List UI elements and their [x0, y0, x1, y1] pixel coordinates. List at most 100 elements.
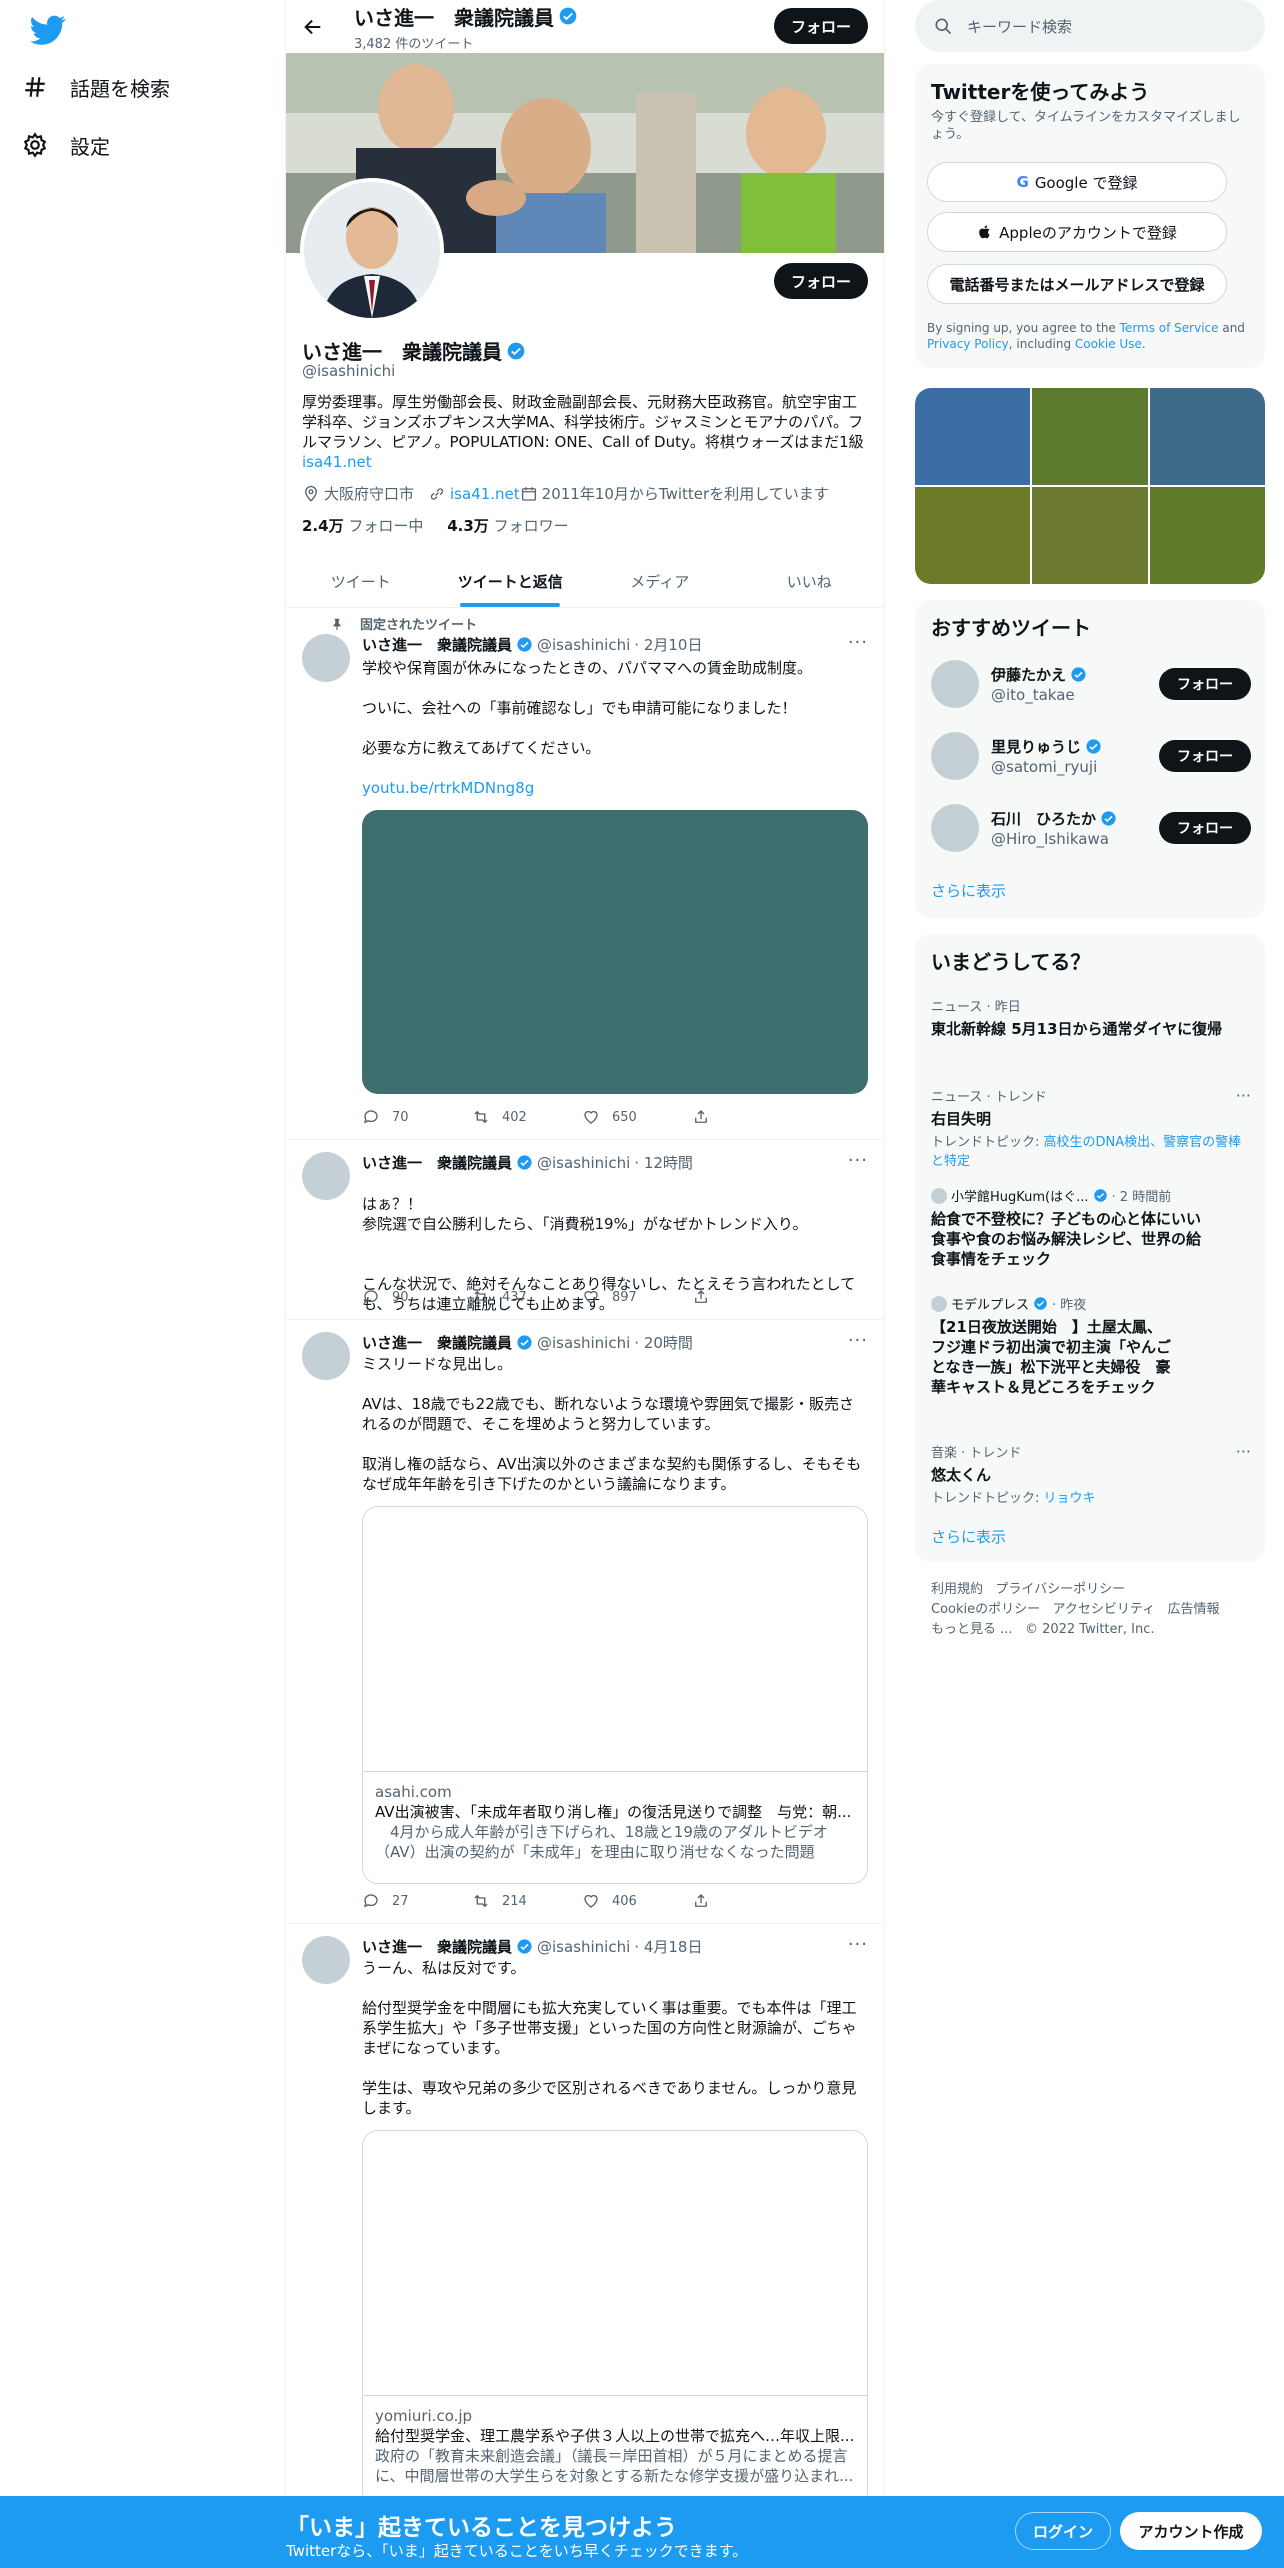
- trend-item[interactable]: モデルプレス · 昨夜 【21日夜放送開始 】土屋太鳳、フジ連ドラ初出演で初主演「…: [931, 1294, 1251, 1397]
- link-card[interactable]: asahi.com AV出演被害、「未成年者取り消し権」の復活見送りで調整 与党…: [362, 1506, 868, 1884]
- media-thumbnail[interactable]: [1032, 487, 1148, 584]
- media-thumbnail[interactable]: [1032, 388, 1148, 485]
- suggestion-item[interactable]: 石川 ひろたか @Hiro_Ishikawa フォロー: [931, 798, 1251, 858]
- phone-email-signup-button[interactable]: 電話番号またはメールアドレスで登録: [927, 264, 1227, 304]
- privacy-link[interactable]: Privacy Policy: [927, 337, 1009, 351]
- search-input[interactable]: キーワード検索: [915, 0, 1265, 52]
- tweet-author-name[interactable]: いさ進一 衆議院議員: [362, 1936, 512, 1957]
- suggestion-item[interactable]: 里見りゅうじ @satomi_ryuji フォロー: [931, 726, 1251, 786]
- tweet-link[interactable]: youtu.be/rtrkMDNng8g: [362, 779, 534, 797]
- tab-tweets[interactable]: ツイート: [286, 555, 436, 607]
- nav-settings[interactable]: 設定: [22, 120, 110, 170]
- tweet[interactable]: いさ進一 衆議院議員 @isashinichi · 4月18日 ··· うーん、…: [286, 1924, 884, 2524]
- avatar[interactable]: [302, 1332, 350, 1380]
- share-button[interactable]: [692, 1892, 802, 1910]
- follow-button[interactable]: フォロー: [1159, 740, 1251, 772]
- footer-link[interactable]: 広告情報: [1168, 1602, 1220, 1617]
- more-icon[interactable]: ···: [1236, 1086, 1251, 1105]
- reply-button[interactable]: 70: [362, 1108, 472, 1126]
- reply-button[interactable]: 90: [362, 1288, 472, 1306]
- more-icon[interactable]: ···: [848, 632, 868, 653]
- following-link[interactable]: 2.4万 フォロー中: [302, 517, 423, 535]
- google-signup-button[interactable]: G Google で登録: [927, 162, 1227, 202]
- avatar[interactable]: [302, 1152, 350, 1200]
- trend-item[interactable]: ニュース · 昨日 東北新幹線 5月13日から通常ダイヤに復帰: [931, 996, 1251, 1039]
- tweet-media[interactable]: [362, 810, 868, 1094]
- tweet-time[interactable]: · 20時間: [634, 1332, 693, 1353]
- media-thumbnail[interactable]: [1149, 487, 1265, 584]
- more-icon[interactable]: ···: [1236, 1442, 1251, 1461]
- tab-media[interactable]: メディア: [585, 555, 735, 607]
- create-account-button[interactable]: アカウント作成: [1120, 2512, 1262, 2550]
- profile-follow-button[interactable]: フォロー: [774, 263, 868, 299]
- cookie-link[interactable]: Cookie Use: [1075, 337, 1142, 351]
- trend-item[interactable]: ニュース · トレンド 右目失明 トレンドトピック: 高校生のDNA検出、警察官…: [931, 1086, 1251, 1169]
- followers-link[interactable]: 4.3万 フォロワー: [447, 517, 568, 535]
- like-button[interactable]: 650: [582, 1108, 692, 1126]
- tweet-paragraph: AVは、18歳でも22歳でも、断れないような環境や雰囲気で撮影・販売されるのが問…: [362, 1395, 854, 1433]
- like-count: 897: [612, 1289, 637, 1305]
- login-button[interactable]: ログイン: [1015, 2512, 1111, 2550]
- suggestions-panel: おすすめツイート 伊藤たかえ @ito_takae フォロー 里見りゅうじ @s…: [915, 600, 1265, 918]
- show-more-link[interactable]: さらに表示: [931, 1526, 1006, 1547]
- more-icon[interactable]: ···: [848, 1330, 868, 1351]
- media-thumbnail[interactable]: [1149, 388, 1265, 485]
- media-thumbnail[interactable]: [915, 388, 1031, 485]
- tweet-author-name[interactable]: いさ進一 衆議院議員: [362, 1152, 512, 1173]
- tweet-time[interactable]: · 12時間: [634, 1152, 693, 1173]
- reply-icon: [363, 1290, 378, 1304]
- tweet-time[interactable]: · 2月10日: [634, 634, 702, 655]
- bio-link[interactable]: isa41.net: [302, 453, 372, 471]
- media-thumbnail[interactable]: [915, 487, 1031, 584]
- retweet-button[interactable]: 402: [472, 1108, 582, 1126]
- retweet-button[interactable]: 437: [472, 1288, 582, 1306]
- profile-website-link[interactable]: isa41.net: [450, 485, 520, 503]
- tweet[interactable]: いさ進一 衆議院議員 @isashinichi · 12時間 ··· はぁ？！ …: [286, 1140, 884, 1320]
- retweet-button[interactable]: 214: [472, 1892, 582, 1910]
- tweet-paragraph: はぁ？！ 参院選で自公勝利したら、「消費税19%」がなぜかトレンド入り。: [362, 1195, 808, 1233]
- share-button[interactable]: [692, 1288, 802, 1306]
- trend-item[interactable]: 小学館HugKum(はぐ... · 2 時間前 給食で不登校に？子どもの心と体にい…: [931, 1186, 1251, 1269]
- tab-likes[interactable]: いいね: [735, 555, 885, 607]
- retweet-count: 214: [502, 1893, 527, 1909]
- apple-signup-button[interactable]: Appleのアカウントで登録: [927, 212, 1227, 252]
- footer-link[interactable]: プライバシーポリシー: [995, 1582, 1125, 1597]
- heart-icon: [584, 1894, 598, 1908]
- avatar[interactable]: [931, 732, 979, 780]
- avatar[interactable]: [931, 804, 979, 852]
- tweet[interactable]: いさ進一 衆議院議員 @isashinichi · 20時間 ··· ミスリード…: [286, 1320, 884, 1924]
- share-button[interactable]: [692, 1108, 802, 1126]
- follow-button[interactable]: フォロー: [1159, 812, 1251, 844]
- tweet-time[interactable]: · 4月18日: [634, 1936, 702, 1957]
- tweet-author-name[interactable]: いさ進一 衆議院議員: [362, 634, 512, 655]
- follow-button[interactable]: フォロー: [1159, 668, 1251, 700]
- trend-topic[interactable]: リョウキ: [1044, 1491, 1096, 1506]
- profile-avatar[interactable]: [300, 178, 444, 322]
- avatar[interactable]: [302, 634, 350, 682]
- footer-link[interactable]: Cookieのポリシー: [931, 1602, 1040, 1617]
- footer-link[interactable]: 利用規約: [931, 1582, 983, 1597]
- tab-tweets-and-replies[interactable]: ツイートと返信: [436, 555, 586, 607]
- nav-explore[interactable]: 話題を検索: [22, 62, 170, 112]
- like-button[interactable]: 897: [582, 1288, 692, 1306]
- tweet-author-name[interactable]: いさ進一 衆議院議員: [362, 1332, 512, 1353]
- tweet[interactable]: 固定されたツイート いさ進一 衆議院議員 @isashinichi · 2月10…: [286, 608, 884, 1140]
- avatar[interactable]: [931, 660, 979, 708]
- header-follow-button[interactable]: フォロー: [774, 8, 868, 44]
- footer-more-link[interactable]: もっと見る ...: [931, 1622, 1013, 1637]
- terms-link[interactable]: Terms of Service: [1120, 321, 1219, 335]
- back-arrow-icon[interactable]: [302, 16, 324, 38]
- twitter-logo-icon[interactable]: [30, 12, 66, 48]
- avatar[interactable]: [302, 1936, 350, 1984]
- more-icon[interactable]: ···: [848, 1150, 868, 1171]
- link-card[interactable]: yomiuri.co.jp 給付型奨学金、理工農学系や子供３人以上の世帯で拡充へ…: [362, 2130, 868, 2508]
- trend-item[interactable]: 音楽 · トレンド 悠太くん トレンドトピック: リョウキ ···: [931, 1442, 1251, 1506]
- more-icon[interactable]: ···: [848, 1934, 868, 1955]
- footer-link[interactable]: アクセシビリティ: [1053, 1602, 1156, 1617]
- profile-handle: @isashinichi: [302, 362, 396, 380]
- show-more-link[interactable]: さらに表示: [931, 880, 1006, 901]
- like-button[interactable]: 406: [582, 1892, 692, 1910]
- link-icon: [430, 487, 444, 500]
- reply-button[interactable]: 27: [362, 1892, 472, 1910]
- suggestion-item[interactable]: 伊藤たかえ @ito_takae フォロー: [931, 654, 1251, 714]
